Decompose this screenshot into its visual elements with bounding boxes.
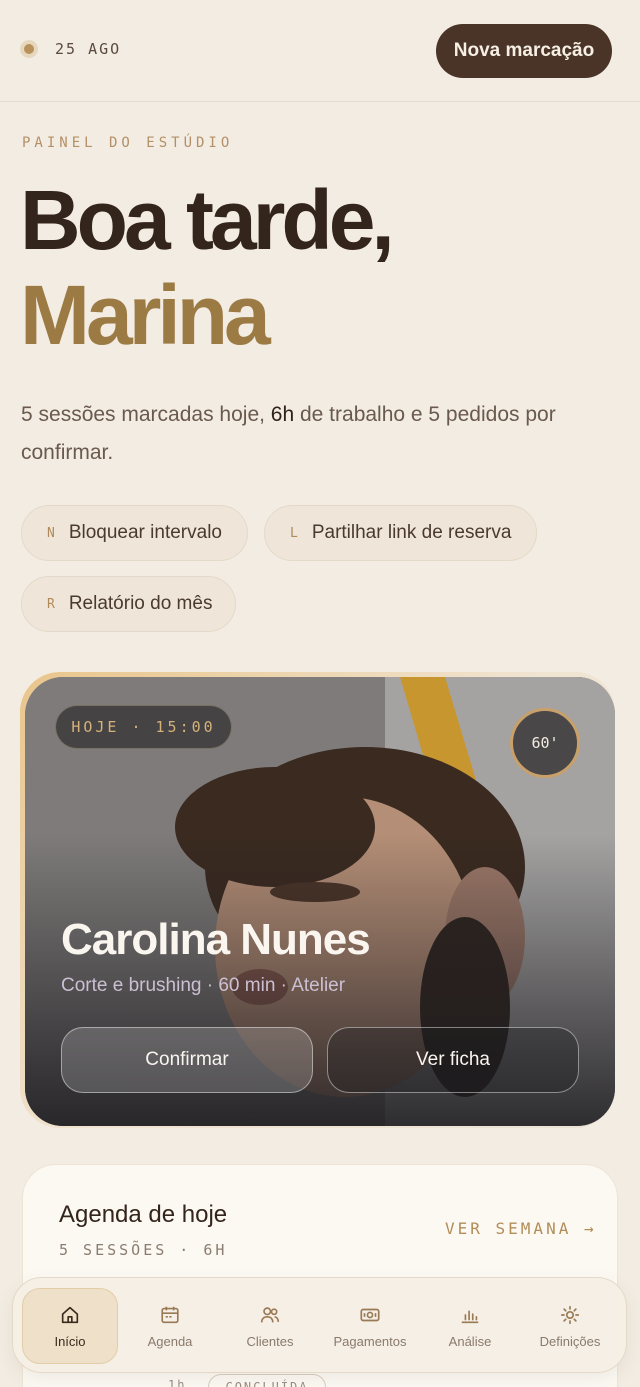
summary-text-start: 5 sessões marcadas hoje, (21, 403, 271, 426)
nav-label: Início (54, 1333, 86, 1349)
day-summary: 5 sessões marcadas hoje, 6h de trabalho … (21, 396, 611, 472)
sun-gear-icon (560, 1305, 580, 1324)
block-interval-chip[interactable]: N Bloquear intervalo (21, 505, 248, 561)
shortcut-key: N (47, 525, 55, 541)
nav-item-agenda[interactable]: Agenda (122, 1288, 218, 1364)
nav-item-settings[interactable]: Definições (522, 1288, 618, 1364)
client-name: Carolina Nunes (61, 915, 371, 964)
chip-label: Bloquear intervalo (68, 522, 222, 543)
nav-label: Clientes (246, 1333, 294, 1349)
confirm-button[interactable]: Confirmar (61, 1027, 313, 1093)
shortcut-key: R (47, 596, 55, 612)
nav-item-home[interactable]: Início (22, 1288, 118, 1364)
current-date: 25 AGO (55, 40, 122, 58)
nav-item-clients[interactable]: Clientes (222, 1288, 318, 1364)
greeting-title: Boa tarde, (20, 173, 395, 267)
duration-badge: 60' (510, 708, 580, 778)
agenda-subtitle: 5 SESSÕES · 6H (59, 1241, 228, 1259)
monthly-report-chip[interactable]: R Relatório do mês (21, 576, 236, 632)
shortcut-key: L (290, 525, 298, 541)
summary-hours: 6h (270, 403, 295, 426)
chip-label: Relatório do mês (68, 593, 213, 614)
session-duration: 1h (168, 1378, 187, 1387)
view-week-link[interactable]: VER SEMANA → (445, 1219, 597, 1238)
nav-label: Definições (539, 1333, 601, 1349)
appointment-details: Corte e brushing · 60 min · Atelier (61, 975, 346, 996)
status-badge: CONCLUÍDA (208, 1374, 326, 1387)
calendar-icon (161, 1306, 179, 1323)
banknote-icon (360, 1308, 380, 1321)
status-dot-icon (20, 40, 38, 58)
nav-label: Agenda (147, 1333, 193, 1349)
users-icon (260, 1306, 280, 1322)
nav-label: Análise (448, 1333, 492, 1349)
bottom-navigation: Início Agenda Clientes Pagamentos Anális… (12, 1277, 627, 1373)
top-bar: 25 AGO Nova marcação (0, 0, 640, 102)
nav-label: Pagamentos (333, 1333, 407, 1349)
nav-item-analytics[interactable]: Análise (422, 1288, 518, 1364)
home-icon (61, 1306, 79, 1323)
view-client-sheet-button[interactable]: Ver ficha (327, 1027, 579, 1093)
new-booking-button[interactable]: Nova marcação (436, 24, 612, 78)
greeting-name: Marina (20, 268, 271, 362)
bar-chart-icon (461, 1310, 479, 1323)
share-booking-link-chip[interactable]: L Partilhar link de reserva (264, 505, 537, 561)
next-appointment-card[interactable]: HOJE · 15:00 60' Carolina Nunes Corte e … (25, 677, 615, 1126)
agenda-title: Agenda de hoje (59, 1201, 228, 1228)
nav-item-payments[interactable]: Pagamentos (322, 1288, 418, 1364)
chip-label: Partilhar link de reserva (311, 522, 512, 543)
page-eyebrow: PAINEL DO ESTÚDIO (22, 135, 234, 151)
appointment-time-badge: HOJE · 15:00 (55, 705, 232, 749)
